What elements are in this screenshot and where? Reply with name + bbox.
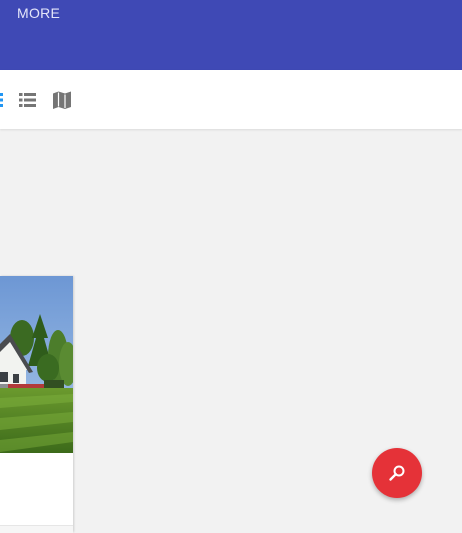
house-photo xyxy=(0,276,73,453)
search-icon xyxy=(389,465,405,481)
view-toolbar xyxy=(0,70,462,129)
grid-view-icon xyxy=(0,93,3,107)
listing-card[interactable] xyxy=(0,276,73,533)
app-bar: MORE xyxy=(0,0,462,70)
map-view-icon xyxy=(53,91,71,109)
listing-card-body xyxy=(0,453,73,525)
list-view-button[interactable] xyxy=(18,90,38,110)
more-menu-button[interactable]: MORE xyxy=(17,5,60,21)
list-view-icon xyxy=(19,93,36,107)
grid-view-button[interactable] xyxy=(0,90,4,110)
search-fab-button[interactable] xyxy=(372,448,422,498)
map-view-button[interactable] xyxy=(52,90,72,110)
